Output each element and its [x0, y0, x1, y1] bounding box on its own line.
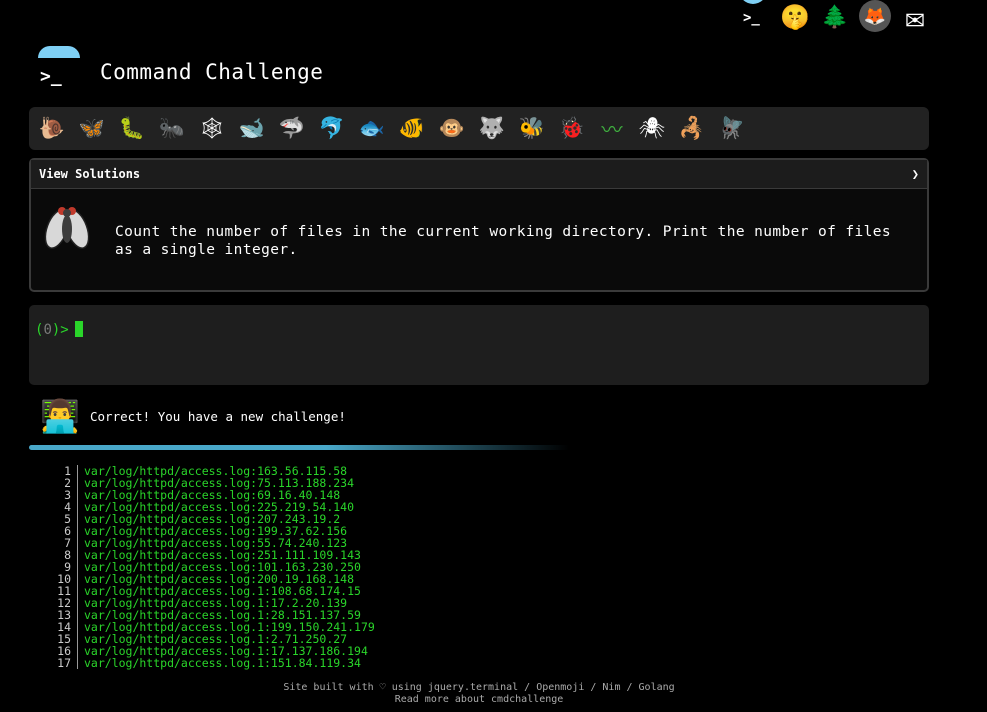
shushing-face-icon[interactable]: 🤫 [779, 0, 811, 34]
tropical-fish-icon[interactable]: 🐠 [395, 112, 429, 146]
ladybug-icon[interactable]: 🐞 [555, 112, 589, 146]
bee-icon[interactable]: 🐝 [515, 112, 549, 146]
top-nav: >_ 🤫 🌲 🦊 ✉ [739, 0, 931, 34]
footer-credits: Site built with ♡ using jquery.terminal … [283, 682, 675, 693]
prompt-exit-code: 0 [43, 322, 52, 338]
output-row: 17 var/log/httpd/access.log.1:151.84.119.… [29, 657, 529, 669]
prompt: (0)> [35, 322, 69, 338]
terminal-icon-symbol: >_ [743, 10, 760, 26]
feedback-message: Correct! You have a new challenge! [90, 408, 346, 424]
spiderweb-icon[interactable]: 🕸 [195, 112, 229, 146]
terminal-icon-cap [739, 0, 767, 4]
worm-icon[interactable]: 〰 [595, 112, 629, 146]
butterfly-icon[interactable]: 🦋 [75, 112, 109, 146]
caterpillar-icon[interactable]: 🐛 [115, 112, 149, 146]
view-solutions-label: View Solutions [39, 167, 141, 181]
page-title: Command Challenge [100, 60, 324, 84]
prompt-close: )> [51, 322, 69, 338]
shark-icon[interactable]: 🦈 [275, 112, 309, 146]
command-output: 1 var/log/httpd/access.log:163.56.115.58 … [29, 465, 529, 677]
logo[interactable]: >_ [38, 46, 80, 94]
tree-icon[interactable]: 🌲 [819, 0, 851, 34]
gitlab-icon[interactable]: 🦊 [859, 0, 891, 32]
challenge-bar: 🐌 🦋 🐛 🐜 🕸 🐋 🦈 🐬 🐟 🐠 🐵 🐺 🐝 🐞 〰 🕷 🦂 🪰 [29, 107, 929, 150]
fly-icon[interactable]: 🪰 [715, 112, 749, 146]
whale-icon[interactable]: 🐋 [235, 112, 269, 146]
output-line: var/log/httpd/access.log.1:151.84.119.34 [84, 656, 361, 670]
logo-cap [38, 46, 80, 58]
logo-symbol: >_ [40, 66, 62, 87]
dolphin-icon[interactable]: 🐬 [315, 112, 349, 146]
solutions-panel: View Solutions ❯ Count the number of fil… [29, 158, 929, 292]
fly-icon [44, 207, 90, 249]
terminal[interactable]: (0)> [29, 305, 929, 385]
scorpion-icon[interactable]: 🦂 [675, 112, 709, 146]
footer-read-more-link[interactable]: Read more about cmdchallenge [0, 694, 958, 706]
divider [29, 445, 569, 450]
terminal-icon[interactable]: >_ [739, 0, 771, 34]
challenge-body: Count the number of files in the current… [31, 189, 927, 269]
footer: Site built with ♡ using jquery.terminal … [0, 682, 958, 706]
snail-icon[interactable]: 🐌 [35, 112, 69, 146]
ant-icon[interactable]: 🐜 [155, 112, 189, 146]
feedback: 👨‍💻 Correct! You have a new challenge! [40, 396, 346, 436]
fish-icon[interactable]: 🐟 [355, 112, 389, 146]
chevron-right-icon: ❯ [911, 167, 919, 181]
mail-icon[interactable]: ✉ [899, 0, 931, 34]
wolf-icon[interactable]: 🐺 [475, 112, 509, 146]
spider-icon[interactable]: 🕷 [635, 112, 669, 146]
technologist-icon: 👨‍💻 [40, 397, 80, 435]
monkey-face-icon[interactable]: 🐵 [435, 112, 469, 146]
terminal-cursor[interactable] [74, 321, 83, 337]
view-solutions-toggle[interactable]: View Solutions ❯ [31, 160, 927, 189]
challenge-description: Count the number of files in the current… [115, 224, 892, 258]
line-number: 17 [29, 657, 78, 669]
